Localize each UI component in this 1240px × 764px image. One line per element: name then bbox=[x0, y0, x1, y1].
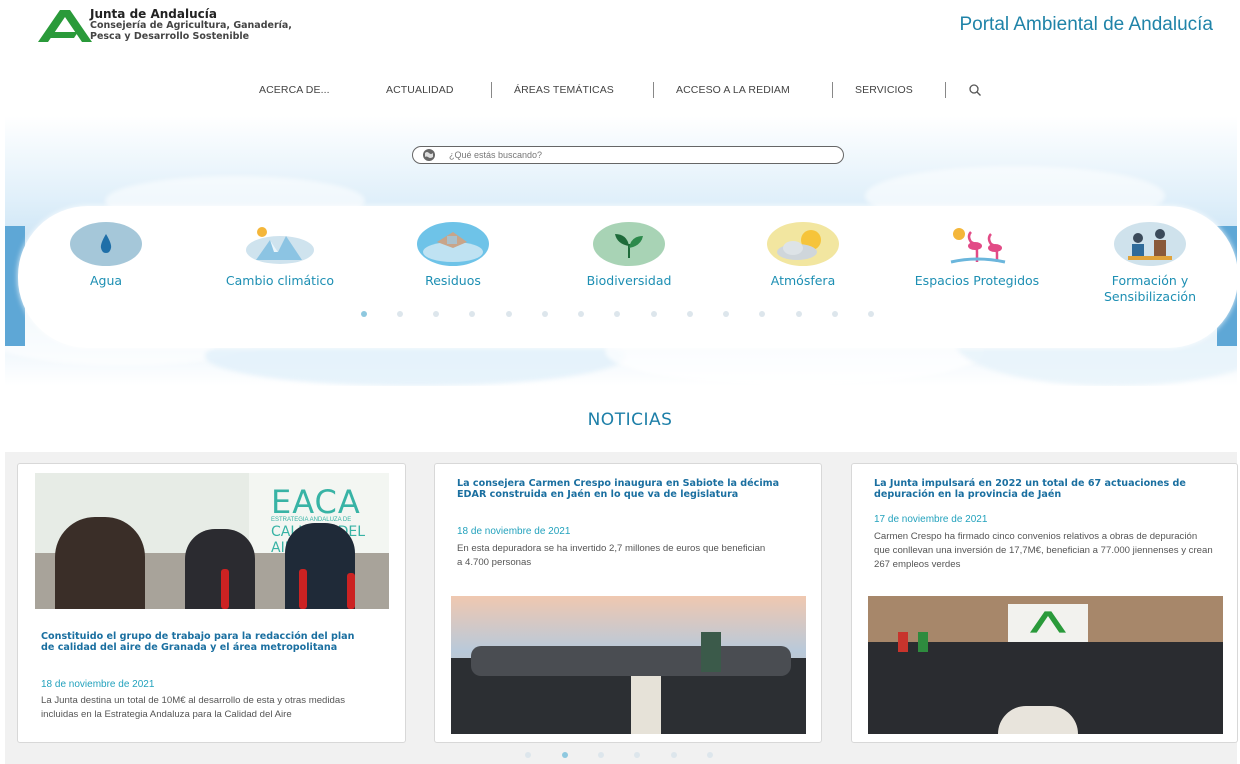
news-image bbox=[451, 596, 806, 734]
pagination-dot[interactable] bbox=[525, 752, 531, 758]
news-summary: Carmen Crespo ha firmado cinco convenios… bbox=[874, 531, 1213, 570]
topic-label: Espacios Protegidos bbox=[914, 273, 1040, 288]
pagination-dot[interactable] bbox=[542, 311, 548, 317]
pagination-dot[interactable] bbox=[506, 311, 512, 317]
image-sign-subtext: ESTRATEGIA ANDALUZA DE bbox=[271, 517, 352, 523]
news-title[interactable]: Constituido el grupo de trabajo para la … bbox=[41, 631, 371, 653]
news-title[interactable]: La consejera Carmen Crespo inaugura en S… bbox=[457, 478, 787, 500]
topic-biodiversidad[interactable]: Biodiversidad bbox=[559, 222, 699, 289]
topic-label: Residuos bbox=[425, 273, 481, 288]
nav-item-rediam[interactable]: ACCESO A LA REDIAM bbox=[676, 84, 790, 96]
pagination-dot[interactable] bbox=[361, 311, 367, 317]
portal-title[interactable]: Portal Ambiental de Andalucía bbox=[959, 14, 1213, 36]
main-nav: ACERCA DE... ACTUALIDAD ÁREAS TEMÁTICAS … bbox=[0, 80, 1240, 102]
news-image: EACA ESTRATEGIA ANDALUZA DE CALIDAD DEL … bbox=[35, 473, 389, 609]
brand-block[interactable]: Junta de Andalucía Consejería de Agricul… bbox=[90, 8, 292, 42]
news-card[interactable]: La Junta impulsará en 2022 un total de 6… bbox=[851, 463, 1238, 743]
junta-andalucia-logo bbox=[1030, 611, 1066, 633]
nav-divider bbox=[832, 82, 833, 98]
topic-label: Cambio climático bbox=[225, 273, 335, 288]
topic-label: Formación y Sensibilización bbox=[1103, 273, 1197, 304]
topic-residuos[interactable]: Residuos bbox=[383, 222, 523, 289]
pagination-dot[interactable] bbox=[578, 311, 584, 317]
nav-item-areas-tematicas[interactable]: ÁREAS TEMÁTICAS bbox=[514, 84, 614, 96]
pagination-dot[interactable] bbox=[397, 311, 403, 317]
search-icon[interactable] bbox=[968, 83, 982, 97]
pagination-dot[interactable] bbox=[723, 311, 729, 317]
topics-pagination bbox=[0, 311, 1240, 319]
topic-label: Agua bbox=[89, 273, 123, 288]
org-subtitle-line2: Pesca y Desarrollo Sostenible bbox=[90, 30, 250, 42]
news-date: 17 de noviembre de 2021 bbox=[874, 514, 988, 525]
nav-divider bbox=[653, 82, 654, 98]
topics-carousel: Agua Cambio climático Residuos Biodivers… bbox=[18, 206, 1238, 348]
sun-cloud-icon bbox=[767, 222, 839, 266]
nav-divider bbox=[491, 82, 492, 98]
pagination-dot[interactable] bbox=[671, 752, 677, 758]
nav-item-actualidad[interactable]: ACTUALIDAD bbox=[386, 84, 454, 96]
nav-item-acerca[interactable]: ACERCA DE... bbox=[259, 84, 330, 96]
news-card[interactable]: EACA ESTRATEGIA ANDALUZA DE CALIDAD DEL … bbox=[17, 463, 406, 743]
news-date: 18 de noviembre de 2021 bbox=[457, 526, 571, 537]
topic-cambio-climatico[interactable]: Cambio climático bbox=[210, 222, 350, 289]
junta-andalucia-logo[interactable] bbox=[38, 8, 92, 44]
news-pagination bbox=[0, 752, 1240, 760]
pagination-dot[interactable] bbox=[707, 752, 713, 758]
globe-icon bbox=[423, 149, 435, 161]
news-title[interactable]: La Junta impulsará en 2022 un total de 6… bbox=[874, 478, 1204, 500]
pagination-dot[interactable] bbox=[759, 311, 765, 317]
news-section-title: NOTICIAS bbox=[587, 410, 673, 430]
climate-change-icon bbox=[246, 227, 314, 264]
pagination-dot[interactable] bbox=[614, 311, 620, 317]
topic-agua[interactable]: Agua bbox=[36, 222, 176, 289]
org-subtitle-line1: Consejería de Agricultura, Ganadería, bbox=[90, 20, 292, 31]
news-image bbox=[868, 596, 1223, 734]
pagination-dot[interactable] bbox=[651, 311, 657, 317]
pagination-dot[interactable] bbox=[469, 311, 475, 317]
flamingo-icon bbox=[950, 228, 1006, 264]
news-summary: En esta depuradora se ha invertido 2,7 m… bbox=[457, 543, 766, 568]
image-sign-text: EACA bbox=[271, 483, 361, 521]
waste-icon bbox=[417, 222, 489, 266]
pagination-dot[interactable] bbox=[687, 311, 693, 317]
search-bar[interactable] bbox=[412, 146, 844, 164]
pagination-dot[interactable] bbox=[832, 311, 838, 317]
topic-espacios-protegidos[interactable]: Espacios Protegidos bbox=[907, 222, 1047, 289]
pagination-dot[interactable] bbox=[598, 752, 604, 758]
pagination-dot[interactable] bbox=[562, 752, 568, 758]
education-icon bbox=[1114, 222, 1186, 266]
plant-sprout-icon bbox=[593, 222, 665, 266]
pagination-dot[interactable] bbox=[634, 752, 640, 758]
topic-label: Biodiversidad bbox=[586, 273, 672, 288]
pagination-dot[interactable] bbox=[433, 311, 439, 317]
nav-divider bbox=[945, 82, 946, 98]
search-input[interactable] bbox=[449, 148, 829, 162]
topic-atmosfera[interactable]: Atmósfera bbox=[733, 222, 873, 289]
news-date: 18 de noviembre de 2021 bbox=[41, 679, 155, 690]
pagination-dot[interactable] bbox=[868, 311, 874, 317]
topic-label: Atmósfera bbox=[770, 273, 836, 288]
pagination-dot[interactable] bbox=[796, 311, 802, 317]
nav-item-servicios[interactable]: SERVICIOS bbox=[855, 84, 913, 96]
site-header: Junta de Andalucía Consejería de Agricul… bbox=[0, 0, 1240, 60]
news-card[interactable]: La consejera Carmen Crespo inaugura en S… bbox=[434, 463, 822, 743]
water-drop-icon bbox=[70, 222, 142, 266]
news-summary: La Junta destina un total de 10M€ al des… bbox=[41, 695, 345, 720]
topic-formacion[interactable]: Formación y Sensibilización bbox=[1080, 222, 1220, 305]
